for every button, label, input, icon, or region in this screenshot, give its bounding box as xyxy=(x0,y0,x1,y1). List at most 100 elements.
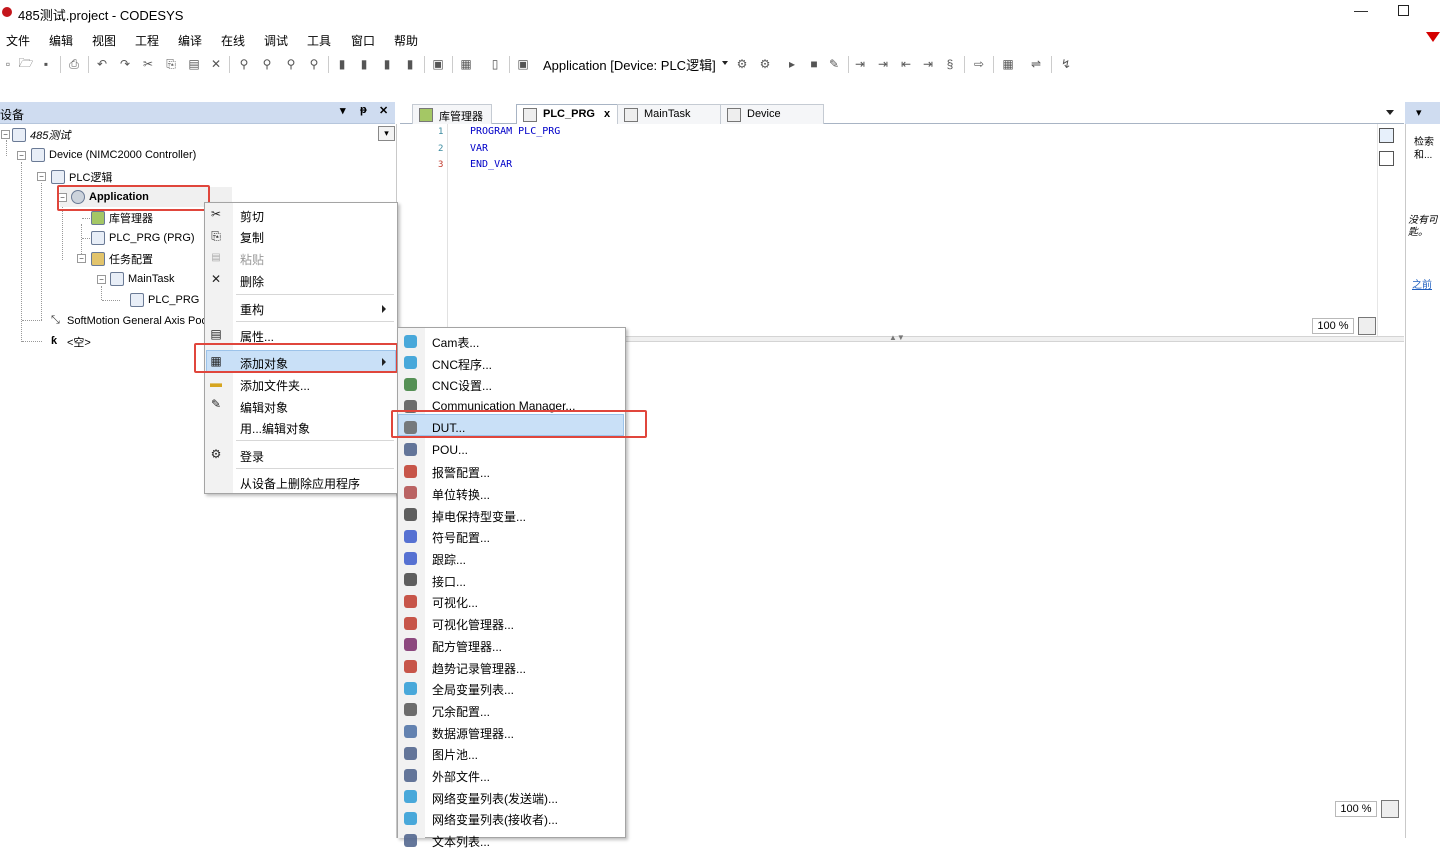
tab-library-manager[interactable]: 库管理器 xyxy=(412,104,492,124)
tree-node-task-config[interactable]: 任务配置 xyxy=(91,251,153,267)
submenu-item[interactable]: CNC程序... xyxy=(432,356,492,373)
submenu-item[interactable]: Cam表... xyxy=(432,334,479,351)
menu-view[interactable]: 视图 xyxy=(92,32,116,49)
chevron-down-icon[interactable] xyxy=(722,61,728,65)
minimize-button[interactable]: — xyxy=(1354,2,1368,18)
submenu-item[interactable]: POU... xyxy=(432,443,468,457)
submenu-item[interactable]: 接口... xyxy=(432,573,466,590)
panel-dropdown-icon[interactable]: ▾ xyxy=(1416,106,1422,119)
tabs-overflow-icon[interactable] xyxy=(1386,110,1394,115)
menu-tools[interactable]: 工具 xyxy=(307,32,331,49)
menu-item-copy[interactable]: 复制 xyxy=(240,229,264,246)
submenu-item[interactable]: 网络变量列表(发送端)... xyxy=(432,790,558,807)
tree-node-device[interactable]: Device (NIMC2000 Controller) xyxy=(31,148,196,162)
menu-item-refactor[interactable]: 重构 xyxy=(240,301,264,318)
menu-online[interactable]: 在线 xyxy=(221,32,245,49)
submenu-item[interactable]: 跟踪... xyxy=(432,551,466,568)
tree-node-softmotion-axis-pool[interactable]: ⤡ SoftMotion General Axis Poc xyxy=(51,314,207,328)
menu-debug[interactable]: 调试 xyxy=(264,32,288,49)
prev-bookmark-icon[interactable]: ▮ xyxy=(379,56,395,72)
menu-item-cut[interactable]: 剪切 xyxy=(240,208,264,225)
code-editor[interactable] xyxy=(400,124,1400,340)
copy-icon[interactable]: ⎘ xyxy=(163,56,179,72)
step-into-icon[interactable]: ⇥ xyxy=(875,56,891,72)
cut-icon[interactable]: ✂ xyxy=(140,56,156,72)
bookmark-icon[interactable]: ▮ xyxy=(334,56,350,72)
submenu-item[interactable]: CNC设置... xyxy=(432,377,492,394)
next-bookmark-icon[interactable]: ▮ xyxy=(356,56,372,72)
submenu-item[interactable]: 数据源管理器... xyxy=(432,725,514,742)
menu-help[interactable]: 帮助 xyxy=(394,32,418,49)
undo-icon[interactable]: ↶ xyxy=(94,56,110,72)
close-icon[interactable]: ✕ xyxy=(379,104,388,117)
submenu-item[interactable]: 单位转换... xyxy=(432,486,490,503)
tree-dropdown-icon[interactable]: ▾ xyxy=(378,126,395,141)
find-icon[interactable]: ⚲ xyxy=(236,56,252,72)
reset-icon[interactable]: ✎ xyxy=(826,56,842,72)
find-next-icon[interactable]: ⚲ xyxy=(259,56,275,72)
new-file-icon[interactable]: ▫ xyxy=(0,56,16,72)
step-out-icon[interactable]: ⇤ xyxy=(898,56,914,72)
submenu-item[interactable]: 外部文件... xyxy=(432,768,490,785)
menu-file[interactable]: 文件 xyxy=(6,32,30,49)
delete-icon[interactable]: ✕ xyxy=(208,56,224,72)
submenu-item[interactable]: 冗余配置... xyxy=(432,703,490,720)
tab-maintask[interactable]: MainTask xyxy=(617,104,736,124)
zoom-icon[interactable] xyxy=(1358,317,1376,335)
menu-item-delete[interactable]: 删除 xyxy=(240,273,264,290)
menu-item-add-folder[interactable]: 添加文件夹... xyxy=(240,377,310,394)
code-line[interactable]: PROGRAM PLC_PRG xyxy=(470,126,560,137)
run-to-cursor-icon[interactable]: ⇥ xyxy=(920,56,936,72)
submenu-item[interactable]: 符号配置... xyxy=(432,529,490,546)
open-folder-icon[interactable]: 🗁 xyxy=(18,56,34,72)
submenu-item[interactable]: 掉电保持型变量... xyxy=(432,508,526,525)
declaration-view-icon[interactable] xyxy=(1379,128,1394,143)
menu-item-remove-application[interactable]: 从设备上删除应用程序 xyxy=(240,475,360,492)
menu-item-edit-object-with[interactable]: 用...编辑对象 xyxy=(240,420,310,437)
tab-device[interactable]: Device xyxy=(720,104,824,124)
unforce-icon[interactable]: ⇌ xyxy=(1028,56,1044,72)
pin-icon[interactable]: ᵽ xyxy=(360,104,367,116)
write-values-icon[interactable]: ⇨ xyxy=(971,56,987,72)
tab-close-icon[interactable]: x xyxy=(604,108,610,120)
window-icon[interactable]: ▣ xyxy=(430,56,446,72)
properties-toolbar-icon[interactable]: ▯ xyxy=(487,56,503,72)
stop-icon[interactable]: ■ xyxy=(806,56,822,72)
active-application-select[interactable]: Application [Device: PLC逻辑] xyxy=(543,55,716,74)
tree-node-maintask[interactable]: MainTask xyxy=(110,272,174,286)
submenu-item[interactable]: 可视化... xyxy=(432,594,478,611)
tree-node-project[interactable]: 485测试 xyxy=(12,127,70,143)
menu-item-edit-object[interactable]: 编辑对象 xyxy=(240,399,288,416)
submenu-item[interactable]: 图片池... xyxy=(432,746,478,763)
tree-node-plc-prg[interactable]: PLC_PRG (PRG) xyxy=(91,231,195,245)
print-icon[interactable]: ⎙ xyxy=(66,56,82,72)
submenu-item[interactable]: 可视化管理器... xyxy=(432,616,514,633)
add-object-toolbar-icon[interactable]: ▦ xyxy=(458,56,474,72)
zoom-level-top[interactable]: 100 % xyxy=(1312,318,1354,334)
flow-control-icon[interactable]: ↯ xyxy=(1058,56,1074,72)
submenu-item[interactable]: 全局变量列表... xyxy=(432,681,514,698)
redo-icon[interactable]: ↷ xyxy=(117,56,133,72)
force-values-icon[interactable]: ▦ xyxy=(1000,56,1016,72)
paste-icon[interactable]: ▤ xyxy=(186,56,202,72)
tree-node-plc-prg-call[interactable]: PLC_PRG xyxy=(130,293,199,307)
collapse-toggle[interactable]: − xyxy=(97,275,106,284)
clear-bookmarks-icon[interactable]: ▮ xyxy=(402,56,418,72)
zoom-level-bottom[interactable]: 100 % xyxy=(1335,801,1377,817)
menu-project[interactable]: 工程 xyxy=(135,32,159,49)
code-line[interactable]: VAR xyxy=(470,143,488,154)
logout-icon[interactable]: ⚙ xyxy=(757,56,773,72)
submenu-item[interactable]: 趋势记录管理器... xyxy=(432,660,526,677)
find-in-project-icon[interactable]: ⚲ xyxy=(306,56,322,72)
menu-edit[interactable]: 编辑 xyxy=(49,32,73,49)
login-icon[interactable]: ⚙ xyxy=(734,56,750,72)
step-over-icon[interactable]: ⇥ xyxy=(852,56,868,72)
panel-dropdown-icon[interactable]: ▾ xyxy=(340,104,346,117)
start-icon[interactable]: ▸ xyxy=(784,56,800,72)
tree-node-plc-logic[interactable]: PLC逻辑 xyxy=(51,169,112,185)
breakpoint-icon[interactable]: § xyxy=(942,56,958,72)
submenu-item[interactable]: 网络变量列表(接收者)... xyxy=(432,811,558,828)
submenu-item[interactable]: 报警配置... xyxy=(432,464,490,481)
submenu-item[interactable]: 配方管理器... xyxy=(432,638,502,655)
submenu-item[interactable]: 文本列表... xyxy=(432,833,490,850)
